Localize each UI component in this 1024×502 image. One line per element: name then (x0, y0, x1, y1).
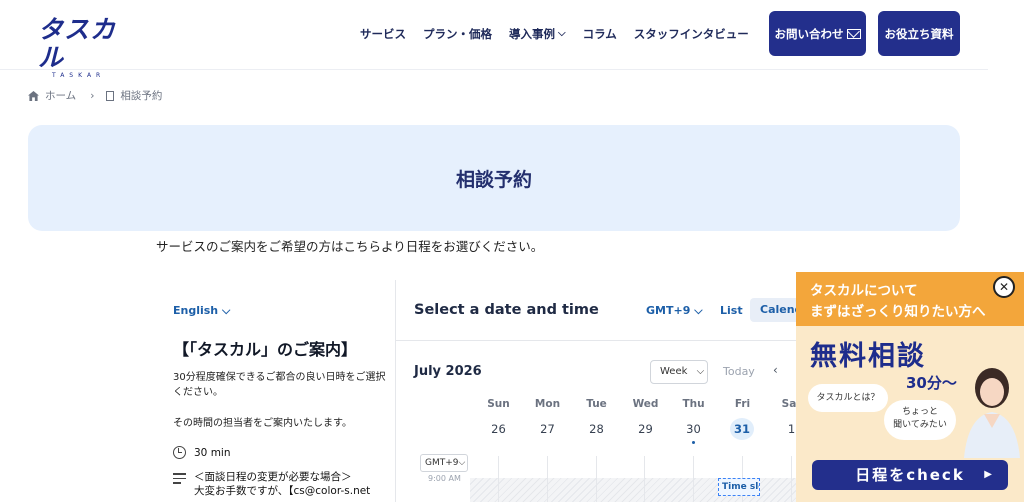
event-details: English ⌵ 【「タスカル」のご案内】 30分程度確保できるご都合の良い日… (156, 280, 396, 502)
page-title-banner: 相談予約 (28, 125, 960, 231)
breadcrumb-home[interactable]: ホーム (45, 88, 76, 103)
time-slot[interactable]: Time slot (718, 478, 760, 496)
breadcrumb-current: 相談予約 (120, 90, 163, 102)
divider (396, 340, 816, 341)
calendar-panel: Select a date and time GMT+9 ⌵ List Cale… (396, 280, 816, 502)
close-button[interactable]: ✕ (993, 276, 1015, 298)
promo-line2: まずはざっくり知りたい方へ (810, 304, 986, 320)
list-view-tab[interactable]: List (720, 304, 743, 317)
chevron-right-icon: › (90, 89, 95, 102)
event-description: 30分程度確保できるご都合の良い日時をご選択ください。 (173, 372, 386, 398)
event-note: ＜面談日程の変更が必要な場合＞ 大変お手数ですが、【cs@color-s.net (173, 470, 370, 498)
event-duration: 30 min (173, 446, 231, 459)
chevron-down-icon: ⌵ (221, 304, 231, 317)
intro-text: サービスのご案内をご希望の方はこちらより日程をお選びください。 (156, 239, 544, 254)
chevron-down-icon: ⌵ (696, 366, 705, 377)
time-label: 9:00 AM (428, 474, 461, 483)
nav-service[interactable]: サービス (360, 24, 406, 44)
day-column[interactable]: Sun 26 (474, 398, 523, 440)
mail-icon (846, 28, 861, 39)
day-column-selected[interactable]: Fri 31 (718, 398, 767, 440)
promo-header: タスカルについて まずはざっくり知りたい方へ (796, 272, 1024, 326)
time-grid (470, 456, 816, 502)
chevron-down-icon: ⌵ (558, 28, 566, 39)
play-arrow-icon: ▶ (984, 469, 994, 480)
resources-button[interactable]: お役立ち資料 (878, 11, 960, 56)
speech-bubble: ちょっと 聞いてみたい (884, 400, 956, 440)
day-column[interactable]: Thu 30 (669, 398, 718, 444)
grid-timezone-select[interactable]: GMT+9⌵ (420, 454, 468, 472)
month-label: July 2026 (414, 364, 482, 379)
logo-subtext: TASKAR (52, 72, 106, 79)
nav-interview[interactable]: スタッフインタビュー (634, 24, 749, 44)
breadcrumb: ホーム › 相談予約 (28, 88, 162, 103)
timezone-selector[interactable]: GMT+9 ⌵ (646, 304, 703, 318)
day-column[interactable]: Wed 29 (621, 398, 670, 440)
contact-button[interactable]: お問い合わせ (769, 11, 866, 56)
main-nav: サービス プラン・価格 導入事例 ⌵ コラム スタッフインタビュー (360, 24, 766, 44)
nav-plans[interactable]: プラン・価格 (423, 24, 492, 44)
check-schedule-button[interactable]: 日程をcheck ▶ (812, 460, 1008, 490)
chevron-down-icon: ⌵ (458, 458, 466, 468)
day-column[interactable]: Tue 28 (572, 398, 621, 440)
promo-popup[interactable]: タスカルについて まずはざっくり知りたい方へ ✕ 無料相談 30分〜 タスカルと… (796, 272, 1024, 502)
event-title: 【「タスカル」のご案内】 (173, 340, 358, 359)
promo-line1: タスカルについて (810, 283, 918, 299)
clock-icon (173, 446, 186, 459)
select-date-title: Select a date and time (414, 302, 599, 318)
logo-text: タスカル (38, 15, 117, 72)
nav-column[interactable]: コラム (583, 24, 617, 44)
day-column[interactable]: Mon 27 (523, 398, 572, 440)
page-title: 相談予約 (455, 168, 532, 191)
text-lines-icon (173, 470, 186, 498)
document-icon (106, 90, 115, 101)
promo-headline: 無料相談 (810, 341, 926, 372)
chevron-left-icon[interactable]: ‹ (773, 363, 778, 377)
availability-dot (692, 441, 695, 444)
speech-bubble: タスカルとは？ (808, 384, 888, 412)
booking-widget: English ⌵ 【「タスカル」のご案内】 30分程度確保できるご都合の良い日… (156, 280, 816, 502)
chevron-down-icon: ⌵ (694, 304, 703, 317)
promo-minutes: 30分〜 (906, 374, 957, 392)
today-button[interactable]: Today (723, 365, 755, 378)
home-icon (28, 90, 39, 101)
unavailable-area (470, 478, 816, 502)
language-selector[interactable]: English ⌵ (173, 304, 230, 318)
nav-cases[interactable]: 導入事例 ⌵ (509, 24, 566, 44)
site-header: タスカル TASKAR サービス プラン・価格 導入事例 ⌵ コラム スタッフイン… (0, 0, 988, 80)
person-illustration (964, 368, 1020, 458)
range-select[interactable]: Week ⌵ (650, 360, 708, 384)
event-description-2: その時間の担当者をご案内いたします。 (173, 418, 352, 429)
site-logo[interactable]: タスカル TASKAR (38, 16, 138, 80)
